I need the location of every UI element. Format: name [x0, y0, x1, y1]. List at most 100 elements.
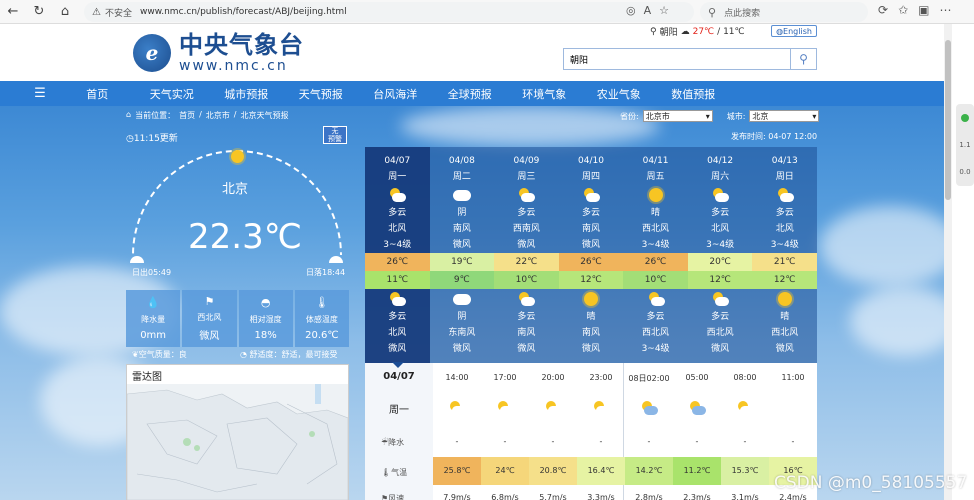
menu-icon[interactable]: ☰: [0, 86, 50, 101]
forecast-night-wind: 微风: [452, 344, 471, 354]
nav-item[interactable]: 城市预报: [209, 86, 284, 102]
breadcrumb-prefix: 当前位置：: [135, 111, 176, 120]
sync-icon[interactable]: ⟳: [878, 3, 888, 17]
forecast-day-wind: 3~4级: [706, 240, 735, 250]
forecast-day-wind-dir: 北风: [775, 224, 794, 234]
metric-value: 18%: [254, 330, 277, 342]
forecast-day[interactable]: 04/10 周四 多云 南风 微风 26℃ 12℃ 晴南风 微风: [558, 147, 624, 363]
forecast-day-wind: 微风: [581, 240, 600, 250]
partly-cloudy-icon: [388, 188, 407, 202]
hourly-wind: 7.9m/s: [443, 493, 471, 500]
page-scrollbar[interactable]: [944, 24, 952, 500]
city-select[interactable]: 北京 ▾: [749, 110, 820, 122]
star-icon[interactable]: ☆: [659, 4, 669, 17]
air-quality[interactable]: ❦空气质量：良: [132, 349, 187, 360]
forecast-night-wind-dir: 北风: [388, 328, 407, 338]
forecast-night-wind: 微风: [517, 344, 536, 354]
forecast-day-weather: 晴: [651, 208, 661, 218]
forecast-day[interactable]: 04/07 周一 多云 北风 3~4级 26℃ 11℃ 多云 北风 微风: [365, 147, 430, 363]
forecast-day[interactable]: 04/12 周六 多云 北风 3~4级 20℃ 12℃ 多云 西北风 微风: [687, 147, 753, 363]
forecast-low-temp: 10℃: [494, 271, 559, 289]
forecast-night-wind: 3~4级: [641, 344, 670, 354]
metric-humidity: ◓ 相对湿度 18%: [238, 290, 293, 347]
metric-precipitation: 💧 降水量 0mm: [126, 290, 181, 347]
nav-item[interactable]: 天气实况: [135, 86, 210, 102]
publish-time: 发布时间: 04-07 12:00: [731, 132, 818, 141]
collections-icon[interactable]: ▣: [918, 3, 929, 17]
forecast-day[interactable]: 04/13 周日 多云 北风 3~4级 21℃ 12℃ 晴西北风 微风: [752, 147, 817, 363]
favorites-icon[interactable]: ✩: [898, 3, 908, 17]
nav-item[interactable]: 首页: [60, 86, 135, 102]
hourly-temp: 16.4℃: [577, 457, 625, 485]
back-icon[interactable]: ←: [0, 0, 26, 24]
hourly-time: 23:00: [589, 373, 613, 382]
english-button[interactable]: ◍ English: [771, 25, 817, 37]
forecast-night-weather: 阴: [457, 312, 467, 322]
chevron-down-icon: ▾: [705, 111, 710, 121]
home-icon[interactable]: ⌂: [52, 0, 78, 24]
read-aloud-icon[interactable]: A: [644, 4, 652, 17]
sun-icon: [231, 150, 244, 163]
partly-cloudy-icon: [776, 188, 794, 202]
no-alarm-badge[interactable]: 无 预警: [323, 126, 347, 144]
url-text[interactable]: www.nmc.cn/publish/forecast/ABJ/beijing.…: [140, 7, 347, 17]
wind-vane-icon: ⚑: [204, 295, 215, 308]
logo-emblem-icon: ℯ: [133, 34, 171, 72]
forecast-date: 04/11: [642, 156, 669, 166]
location-selectors: 省份: 北京市 ▾ 城市: 北京 ▾: [620, 110, 820, 122]
city-search-button[interactable]: ⚲: [790, 49, 816, 69]
humidity-icon: ◓: [260, 295, 271, 309]
forecast-day[interactable]: 04/09 周三 多云 西南风 微风 22℃ 10℃ 多云 南风 微风: [494, 147, 559, 363]
hourly-column: 17:00 - 24℃ 6.8m/s: [481, 363, 529, 500]
forecast-low-temp: 9℃: [429, 271, 495, 289]
nav-item[interactable]: 天气预报: [284, 86, 359, 102]
forecast-day[interactable]: 04/08 周二阴南风 微风 19℃ 9℃ 阴东南风 微风: [429, 147, 495, 363]
partly-cloudy-icon: [517, 292, 536, 306]
more-icon[interactable]: ⋯: [939, 3, 951, 17]
status-dot-icon: [961, 113, 969, 122]
header-weather: ⚲ 朝阳 ☁ 27℃ / 11℃: [650, 25, 745, 39]
metric-value: 20.6℃: [305, 330, 339, 342]
forecast-week: 周一: [388, 172, 407, 182]
comfort-text: 舒适度：舒适，最可接受: [249, 350, 338, 359]
nav-item[interactable]: 台风海洋: [358, 86, 433, 102]
forecast-day-weather: 多云: [517, 208, 536, 218]
nav-item[interactable]: 数值预报: [656, 86, 731, 102]
nmc-logo[interactable]: ℯ 中央气象台 www.nmc.cn: [133, 32, 304, 74]
partly-cloudy-night-icon: [640, 401, 658, 415]
raindrop-icon: 💧: [146, 295, 160, 309]
forecast-day[interactable]: 04/11 周五晴西北风 3~4级 26℃ 10℃ 多云 西北风 3~4级: [623, 147, 688, 363]
city-search-input[interactable]: [564, 49, 790, 69]
radar-map[interactable]: [127, 384, 348, 500]
browser-search[interactable]: ⚲ 点此搜索: [700, 2, 868, 22]
hourly-temp: 15.3℃: [721, 457, 769, 485]
forecast-low-temp: 12℃: [752, 271, 817, 289]
forecast-date: 04/13: [771, 156, 798, 166]
hourly-wind: 2.3m/s: [683, 493, 711, 500]
address-bar[interactable]: ⚠ 不安全 www.nmc.cn/publish/forecast/ABJ/be…: [84, 2, 694, 22]
scrollbar-thumb[interactable]: [945, 40, 951, 200]
hourly-label-column: 04/07 周一 ☔降水 🌡气温 ⚑风速: [365, 363, 433, 500]
forecast-date: 04/08: [448, 156, 475, 166]
nav-item[interactable]: 环境气象: [507, 86, 582, 102]
province-select[interactable]: 北京市 ▾: [642, 110, 713, 122]
hourly-time: 08日02:00: [628, 374, 670, 383]
forecast-day-wind-dir: 西南风: [512, 224, 540, 234]
hourly-time: 05:00: [685, 373, 709, 382]
hourly-column: 14:00 - 25.8℃ 7.9m/s: [433, 363, 481, 500]
translate-icon[interactable]: ◎: [626, 4, 636, 17]
browser-side-panel[interactable]: 1.1 0.0: [956, 104, 974, 186]
partly-cloudy-icon: [448, 401, 466, 415]
breadcrumb-home[interactable]: 首页: [179, 110, 195, 121]
nav-item[interactable]: 全球预报: [433, 86, 508, 102]
forecast-day-weather: 多云: [711, 208, 730, 218]
breadcrumb-province[interactable]: 北京市: [206, 110, 230, 121]
forecast-day-wind: 3~4级: [383, 240, 412, 250]
reload-icon[interactable]: ↻: [26, 0, 52, 24]
wind-row-label: ⚑风速: [381, 493, 404, 500]
cloudy-icon: [452, 189, 471, 201]
warning-icon: ⚠: [92, 6, 101, 18]
nav-item[interactable]: 农业气象: [582, 86, 657, 102]
radar-panel[interactable]: 雷达图: [126, 364, 349, 500]
hourly-time: 11:00: [781, 373, 805, 382]
